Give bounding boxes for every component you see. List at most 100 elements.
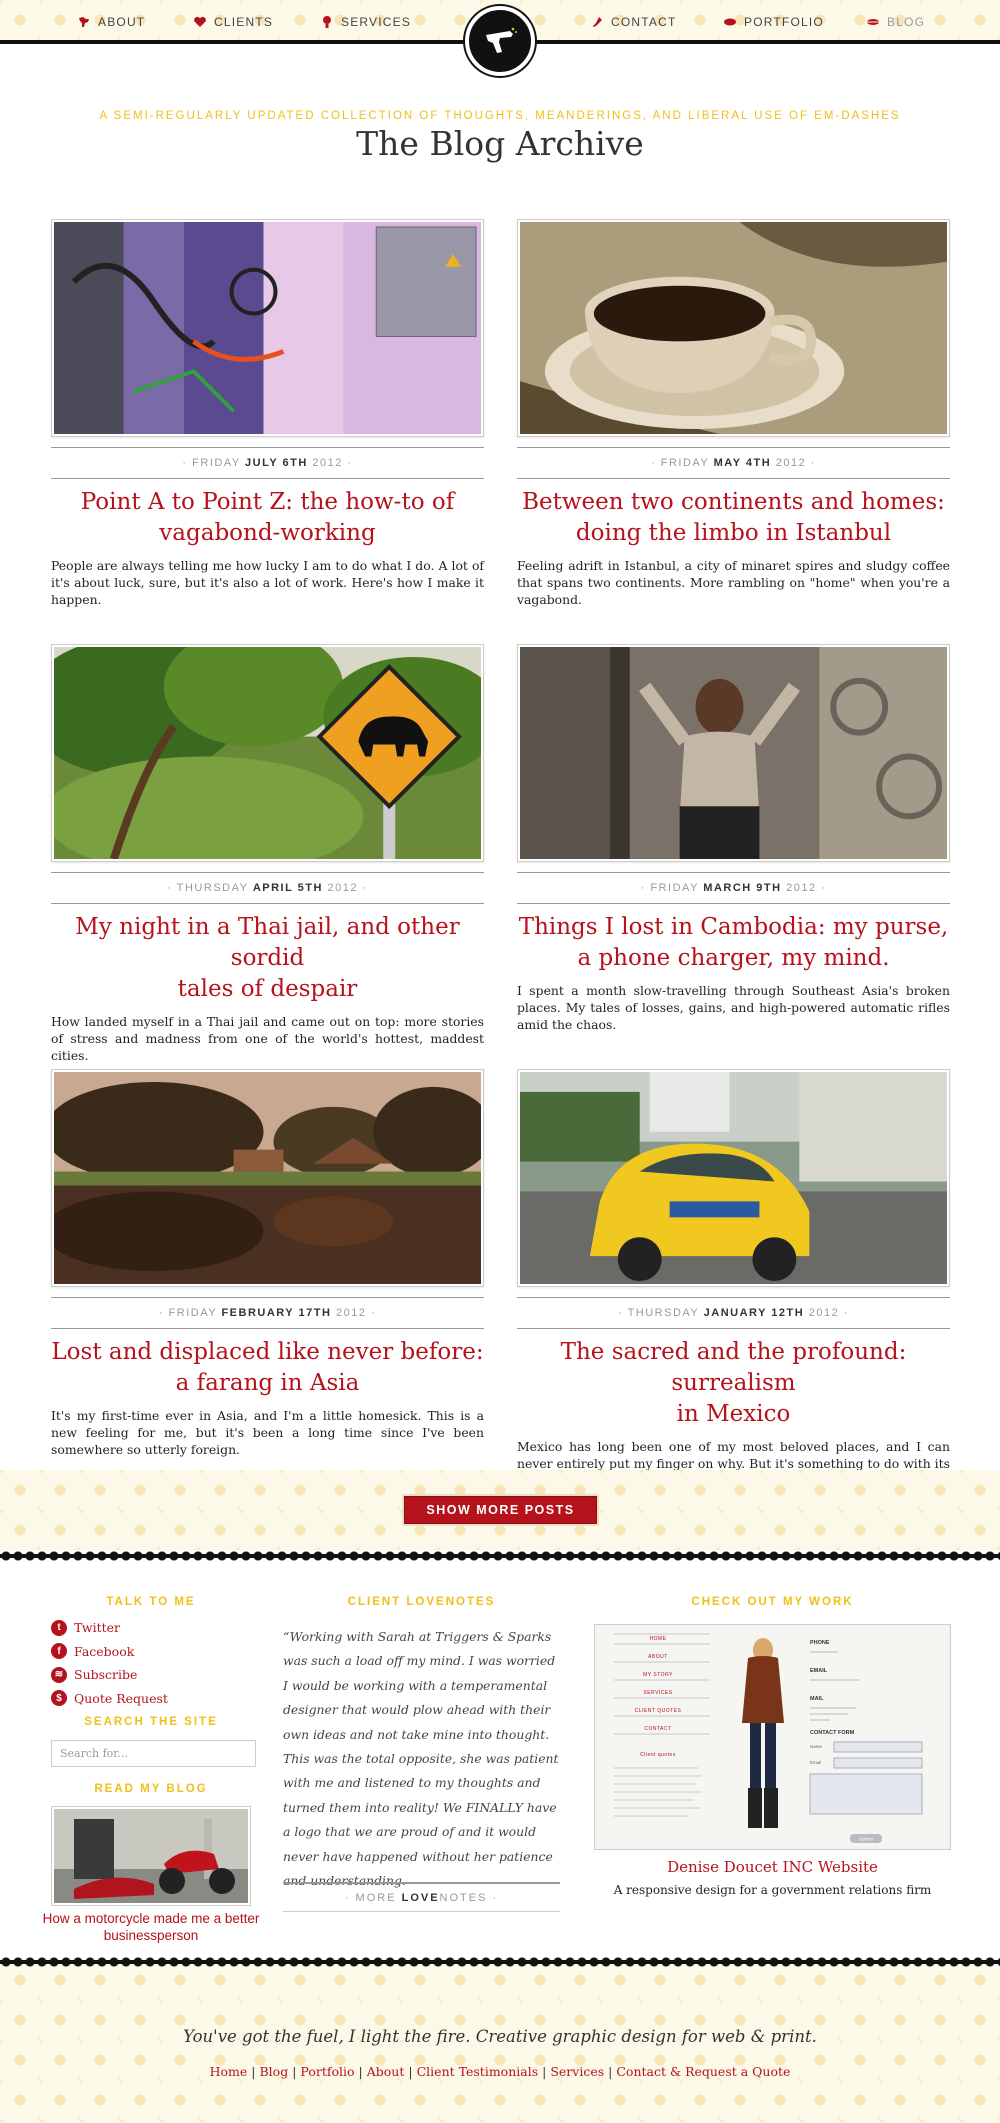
twitter-label: Twitter (74, 1620, 121, 1636)
lovenotes-heading: CLIENT LOVENOTES (347, 1596, 496, 1608)
post-dateline: · THURSDAY JANUARY 12TH 2012 · (517, 1297, 950, 1329)
post-card: · FRIDAY MAY 4TH 2012 · Between two cont… (517, 219, 950, 608)
river-village-image (54, 1072, 481, 1284)
page-tagline: A SEMI-REGULARLY UPDATED COLLECTION OF T… (99, 110, 901, 122)
post-card: · THURSDAY APRIL 5TH 2012 · My night in … (51, 644, 484, 1064)
mock-mail-label: MAIL (810, 1696, 824, 1702)
post-thumbnail[interactable] (51, 219, 484, 437)
logo[interactable] (465, 6, 535, 76)
blog-thumbnail[interactable] (51, 1806, 251, 1906)
more-lovenotes-link[interactable]: · MORE LOVENOTES · (283, 1882, 560, 1912)
footer-link-portfolio[interactable]: Portfolio (300, 2064, 354, 2079)
temple-woman-image (520, 647, 947, 859)
blog-post-link[interactable]: How a motorcycle made me a better busine… (41, 1910, 261, 1944)
post-thumbnail[interactable] (517, 1069, 950, 1287)
footer-link-blog[interactable]: Blog (259, 2064, 288, 2079)
post-title[interactable]: Point A to Point Z: the how-to of vagabo… (51, 487, 484, 549)
dinosaur-icon (79, 17, 89, 27)
nav-blog[interactable]: BLOG (866, 12, 925, 32)
post-excerpt: Feeling adrift in Istanbul, a city of mi… (517, 558, 950, 607)
post-excerpt: It's my first-time ever in Asia, and I'm… (51, 1408, 484, 1457)
quote-request-link[interactable]: $ Quote Request (51, 1687, 168, 1711)
testimonial-quote: “Working with Sarah at Triggers & Sparks… (283, 1629, 559, 1889)
nav-portfolio[interactable]: PORTFOLIO (723, 12, 824, 32)
post-title-line2: vagabond-working (159, 520, 376, 546)
nav-contact[interactable]: CONTACT (590, 12, 677, 32)
post-title[interactable]: My night in a Thai jail, and other sordi… (51, 912, 484, 1005)
search-heading: SEARCH THE SITE (84, 1716, 218, 1728)
post-title[interactable]: Things I lost in Cambodia: my purse, a p… (517, 912, 950, 974)
footer-link-testimonials[interactable]: Client Testimonials (417, 2064, 539, 2079)
motorcycle-image (54, 1809, 248, 1903)
nav-services[interactable]: SERVICES (320, 12, 411, 32)
coffee-cup-image (520, 222, 947, 434)
post-card: · FRIDAY JULY 6TH 2012 · Point A to Poin… (51, 219, 484, 608)
post-title[interactable]: Between two continents and homes: doing … (517, 487, 950, 549)
mock-menu-quotes: CLIENT QUOTES (635, 1708, 682, 1714)
post-weekday: FRIDAY (168, 1307, 217, 1319)
post-year: 2012 (775, 457, 807, 469)
search-input[interactable] (51, 1740, 256, 1767)
post-title-line1: Between two continents and homes: (522, 489, 945, 515)
portfolio-screenshot: HOME ABOUT MY STORY SERVICES CLIENT QUOT… (598, 1628, 947, 1846)
post-thumbnail[interactable] (51, 1069, 484, 1287)
post-date: JANUARY 12TH (703, 1307, 805, 1319)
post-card: · THURSDAY JANUARY 12TH 2012 · The sacre… (517, 1069, 950, 1489)
show-more-button[interactable]: SHOW MORE POSTS (402, 1494, 599, 1526)
post-title-line2: a phone charger, my mind. (577, 945, 890, 971)
footer-link-contact[interactable]: Contact & Request a Quote (616, 2064, 790, 2079)
post-year: 2012 (335, 1307, 367, 1319)
footer-link-services[interactable]: Services (550, 2064, 604, 2079)
post-title-line2: tales of despair (177, 976, 358, 1002)
social-links: t Twitter f Facebook ≋ Subscribe $ Quote… (51, 1616, 168, 1710)
portfolio-title-link[interactable]: Denise Doucet INC Website (594, 1858, 951, 1876)
nav-contact-label: CONTACT (611, 15, 677, 29)
mock-form-label: CONTACT FORM (810, 1730, 855, 1736)
post-title[interactable]: Lost and displaced like never before: a … (51, 1337, 484, 1399)
post-dateline: · FRIDAY FEBRUARY 17TH 2012 · (51, 1297, 484, 1329)
post-card: · FRIDAY MARCH 9TH 2012 · Things I lost … (517, 644, 950, 1033)
post-date: MARCH 9TH (703, 882, 782, 894)
heart-icon (194, 16, 206, 27)
subscribe-label: Subscribe (74, 1667, 138, 1683)
post-weekday: FRIDAY (650, 882, 699, 894)
post-weekday: THURSDAY (627, 1307, 700, 1319)
mock-menu-about: ABOUT (648, 1654, 668, 1660)
post-thumbnail[interactable] (517, 644, 950, 862)
post-dateline: · FRIDAY MAY 4TH 2012 · (517, 447, 950, 479)
footer-link-about[interactable]: About (367, 2064, 405, 2079)
nav-about[interactable]: ABOUT (77, 12, 145, 32)
post-weekday: THURSDAY (176, 882, 249, 894)
post-title-line1: Things I lost in Cambodia: my purse, (518, 914, 949, 940)
post-date: APRIL 5TH (252, 882, 323, 894)
kiss-icon (867, 19, 879, 25)
facebook-link[interactable]: f Facebook (51, 1640, 168, 1664)
post-title[interactable]: The sacred and the profound: surrealism … (517, 1337, 950, 1430)
page-title: The Blog Archive (356, 124, 644, 163)
dollar-icon: $ (51, 1690, 67, 1707)
nav-clients[interactable]: CLIENTS (193, 12, 273, 32)
footer-link-home[interactable]: Home (210, 2064, 248, 2079)
nav-about-label: ABOUT (98, 15, 146, 29)
nav-services-label: SERVICES (341, 15, 412, 29)
post-weekday: FRIDAY (192, 457, 241, 469)
read-blog-heading: READ MY BLOG (94, 1783, 208, 1795)
lace-divider (0, 1549, 1000, 1563)
elephant-sign-image (54, 647, 481, 859)
yellow-car-image (520, 1072, 947, 1284)
post-thumbnail[interactable] (51, 644, 484, 862)
post-title-line2: doing the limbo in Istanbul (575, 520, 892, 546)
post-year: 2012 (786, 882, 817, 894)
post-thumbnail[interactable] (517, 219, 950, 437)
mock-menu-story: MY STORY (643, 1672, 673, 1678)
post-date: MAY 4TH (713, 457, 772, 469)
post-dateline: · FRIDAY JULY 6TH 2012 · (51, 447, 484, 479)
facebook-label: Facebook (74, 1643, 135, 1659)
post-title-line1: My night in a Thai jail, and other sordi… (75, 914, 460, 971)
quote-request-label: Quote Request (74, 1690, 168, 1706)
portfolio-thumbnail[interactable]: HOME ABOUT MY STORY SERVICES CLIENT QUOT… (594, 1624, 951, 1850)
mock-client-quotes: Client quotes (640, 1752, 676, 1758)
subscribe-link[interactable]: ≋ Subscribe (51, 1663, 168, 1687)
top-nav: ABOUT CLIENTS SERVICES CONTACT PORTFOLIO… (0, 0, 1000, 76)
twitter-link[interactable]: t Twitter (51, 1616, 168, 1640)
